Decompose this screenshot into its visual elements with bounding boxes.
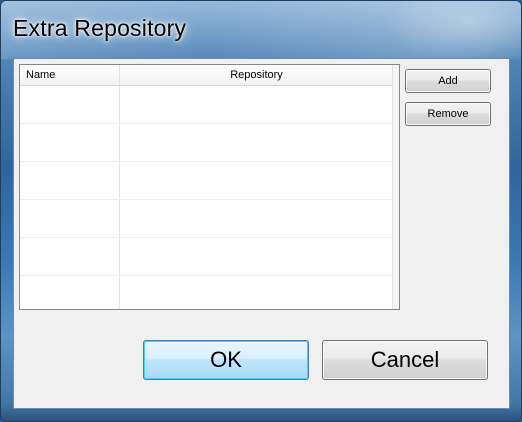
cell-repository[interactable] — [120, 200, 399, 237]
cancel-button[interactable]: Cancel — [322, 340, 488, 380]
cell-repository[interactable] — [120, 276, 399, 309]
cell-name[interactable] — [20, 86, 120, 123]
table-row[interactable] — [20, 86, 399, 124]
cell-name[interactable] — [20, 238, 120, 275]
cell-name[interactable] — [20, 276, 120, 309]
cell-name[interactable] — [20, 200, 120, 237]
dialog-client-area: Name Repository Add Remove OK Cancel — [13, 58, 510, 409]
cell-repository[interactable] — [120, 124, 399, 161]
column-header-name[interactable]: Name — [20, 65, 120, 85]
cell-repository[interactable] — [120, 86, 399, 123]
add-button-label: Add — [438, 75, 458, 87]
remove-button[interactable]: Remove — [405, 102, 491, 126]
cell-name[interactable] — [20, 162, 120, 199]
repository-table[interactable]: Name Repository — [19, 64, 400, 310]
cancel-button-label: Cancel — [370, 347, 440, 372]
add-button[interactable]: Add — [405, 69, 491, 93]
dialog-window: Extra Repository Name Repository Add Rem… — [0, 0, 522, 422]
ok-button[interactable]: OK — [143, 340, 309, 380]
table-scrollbar[interactable] — [392, 65, 399, 309]
window-title: Extra Repository — [13, 15, 187, 41]
table-header: Name Repository — [20, 65, 399, 86]
table-row[interactable] — [20, 238, 399, 276]
table-row[interactable] — [20, 124, 399, 162]
table-row[interactable] — [20, 200, 399, 238]
cell-repository[interactable] — [120, 238, 399, 275]
column-header-repository[interactable]: Repository — [120, 65, 393, 85]
cell-name[interactable] — [20, 124, 120, 161]
table-row[interactable] — [20, 276, 399, 309]
ok-button-label: OK — [210, 347, 242, 372]
remove-button-label: Remove — [427, 108, 469, 120]
cell-repository[interactable] — [120, 162, 399, 199]
table-row[interactable] — [20, 162, 399, 200]
